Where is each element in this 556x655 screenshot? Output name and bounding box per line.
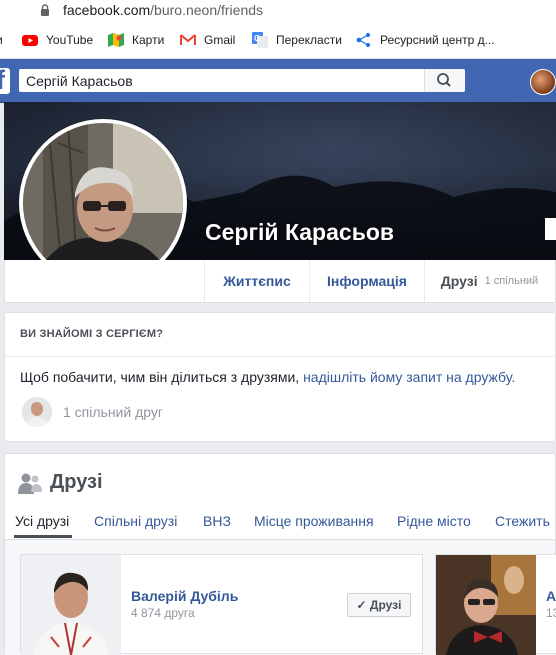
bookmark-maps[interactable]: Карти bbox=[108, 32, 164, 48]
url-host: facebook.com bbox=[63, 2, 151, 18]
friends-title: Друзі bbox=[50, 471, 103, 493]
friends-card: Друзі Усі друзі Спільні друзі ВНЗ Місце … bbox=[4, 453, 556, 655]
tab-label: Інформація bbox=[327, 273, 407, 289]
bookmark-label: Gmail bbox=[204, 33, 236, 47]
search-button[interactable] bbox=[424, 69, 465, 92]
friend-photo[interactable] bbox=[21, 555, 121, 655]
bookmark-gmail[interactable]: Gmail bbox=[180, 32, 235, 48]
url-path: /buro.neon/friends bbox=[150, 2, 264, 18]
tab-sub-count: 1 спільний bbox=[484, 275, 539, 287]
facebook-logo-icon[interactable]: f bbox=[0, 65, 10, 95]
cover-action-button[interactable] bbox=[545, 218, 556, 240]
profile-name: Сергій Карасьов bbox=[205, 219, 395, 245]
bookmark-label: Карти bbox=[132, 33, 165, 47]
friends-tab-current-city[interactable]: Місце проживання bbox=[254, 513, 374, 529]
friend-photo-image bbox=[21, 555, 121, 655]
bookmark-label: Ресурсний центр д... bbox=[380, 33, 495, 47]
active-tab-underline bbox=[14, 535, 72, 538]
bookmark-label: YouTube bbox=[46, 33, 94, 47]
svg-text:G: G bbox=[254, 34, 260, 43]
know-card-text-body: Щоб побачити, чим він ділиться з друзями… bbox=[20, 369, 304, 385]
friends-tab-hometown[interactable]: Рідне місто bbox=[397, 513, 471, 529]
send-friend-request-link[interactable]: надішліть йому запит на дружбу. bbox=[303, 369, 515, 385]
resource-center-icon bbox=[356, 33, 370, 47]
know-person-card: ВИ ЗНАЙОМІ З СЕРГІЄМ? Щоб побачити, чим … bbox=[4, 312, 556, 442]
address-bar[interactable]: facebook.com/buro.neon/friends bbox=[0, 0, 556, 22]
know-card-title: ВИ ЗНАЙОМІ З СЕРГІЄМ? bbox=[20, 328, 164, 340]
friend-name[interactable]: Ан bbox=[546, 588, 556, 604]
search-icon bbox=[437, 73, 451, 87]
mutual-friend-avatar[interactable] bbox=[22, 397, 52, 427]
tab-label: Друзі bbox=[440, 273, 478, 289]
friend-photo[interactable] bbox=[436, 555, 536, 655]
translate-icon: G bbox=[252, 32, 268, 48]
tab-timeline[interactable]: Життєпис bbox=[204, 260, 309, 302]
facebook-top-bar: f bbox=[0, 59, 556, 103]
friends-tab-all[interactable]: Усі друзі bbox=[15, 513, 69, 529]
know-card-text: Щоб побачити, чим він ділиться з друзями… bbox=[20, 369, 515, 385]
search-input[interactable] bbox=[19, 69, 431, 92]
bookmark-label: Перекласти bbox=[276, 33, 342, 47]
profile-photo bbox=[23, 123, 183, 283]
friend-item: Ан 13 bbox=[435, 554, 556, 655]
mutual-friends-count[interactable]: 1 спільний друг bbox=[63, 404, 163, 420]
friends-tab-college[interactable]: ВНЗ bbox=[203, 513, 231, 529]
tab-label: Життєпис bbox=[223, 273, 291, 289]
search-box bbox=[19, 69, 465, 92]
bookmark-apps[interactable]: и bbox=[0, 32, 3, 48]
profile-tabs-bar: Життєпис Інформація Друзі 1 спільний bbox=[4, 260, 556, 303]
bookmark-youtube[interactable]: YouTube bbox=[22, 32, 93, 48]
youtube-icon bbox=[22, 35, 38, 46]
tab-about[interactable]: Інформація bbox=[309, 260, 424, 302]
bookmark-resource-center[interactable]: Ресурсний центр д... bbox=[356, 32, 495, 48]
url-text: facebook.com/buro.neon/friends bbox=[63, 2, 263, 18]
bookmark-translate[interactable]: G Перекласти bbox=[252, 32, 342, 48]
divider bbox=[5, 356, 555, 357]
mutual-friend-photo bbox=[22, 397, 52, 427]
lock-icon bbox=[41, 4, 49, 16]
friend-count: 4 874 друга bbox=[131, 606, 195, 620]
user-avatar[interactable] bbox=[530, 69, 556, 95]
friend-count: 13 bbox=[546, 606, 556, 620]
friends-icon bbox=[18, 473, 42, 494]
friends-status-button[interactable]: ✓ Друзі bbox=[347, 593, 411, 617]
tab-friends[interactable]: Друзі 1 спільний bbox=[424, 260, 554, 302]
friends-tab-mutual[interactable]: Спільні друзі bbox=[94, 513, 177, 529]
bookmarks-bar: и YouTube Карти Gmail G Перекласти Ресур… bbox=[0, 22, 556, 59]
friend-name[interactable]: Валерій Дубіль bbox=[131, 588, 238, 604]
friend-photo-image bbox=[436, 555, 536, 655]
maps-icon bbox=[108, 33, 124, 47]
friend-item: Валерій Дубіль 4 874 друга ✓ Друзі bbox=[20, 554, 423, 655]
friends-tab-following[interactable]: Стежить bbox=[495, 513, 550, 529]
gmail-icon bbox=[180, 34, 196, 46]
profile-photo-image bbox=[23, 123, 183, 283]
